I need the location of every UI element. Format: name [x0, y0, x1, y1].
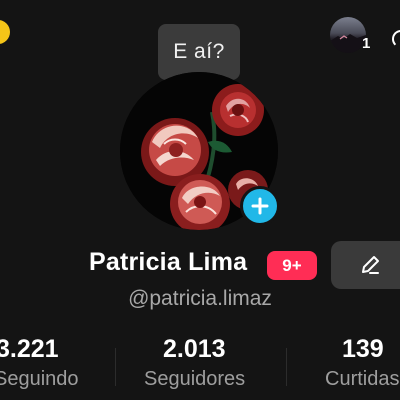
notification-badge[interactable]: 9+ [267, 251, 317, 280]
edit-profile-button[interactable] [331, 241, 400, 289]
landscape-icon [330, 34, 366, 53]
profile-name: Patricia Lima [89, 248, 248, 276]
followers-count[interactable]: 2.013 [163, 335, 226, 364]
followers-label[interactable]: Seguidores [144, 368, 245, 391]
profile-handle: @patricia.limaz [128, 287, 272, 310]
stats-divider [115, 348, 116, 386]
following-count[interactable]: 3.221 [0, 335, 59, 364]
likes-label[interactable]: Curtidas [325, 368, 399, 391]
story-avatar[interactable] [330, 17, 366, 53]
likes-count[interactable]: 139 [342, 335, 384, 364]
stats-divider [286, 348, 287, 386]
following-label[interactable]: Seguindo [0, 368, 79, 391]
add-story-button[interactable] [240, 186, 280, 226]
pencil-icon [362, 256, 379, 274]
menu-icon[interactable] [392, 30, 400, 48]
bubble-text: E aí? [173, 40, 225, 63]
plus-icon [251, 197, 269, 215]
yellow-status-icon[interactable] [0, 20, 10, 44]
story-count: 1 [362, 35, 371, 52]
